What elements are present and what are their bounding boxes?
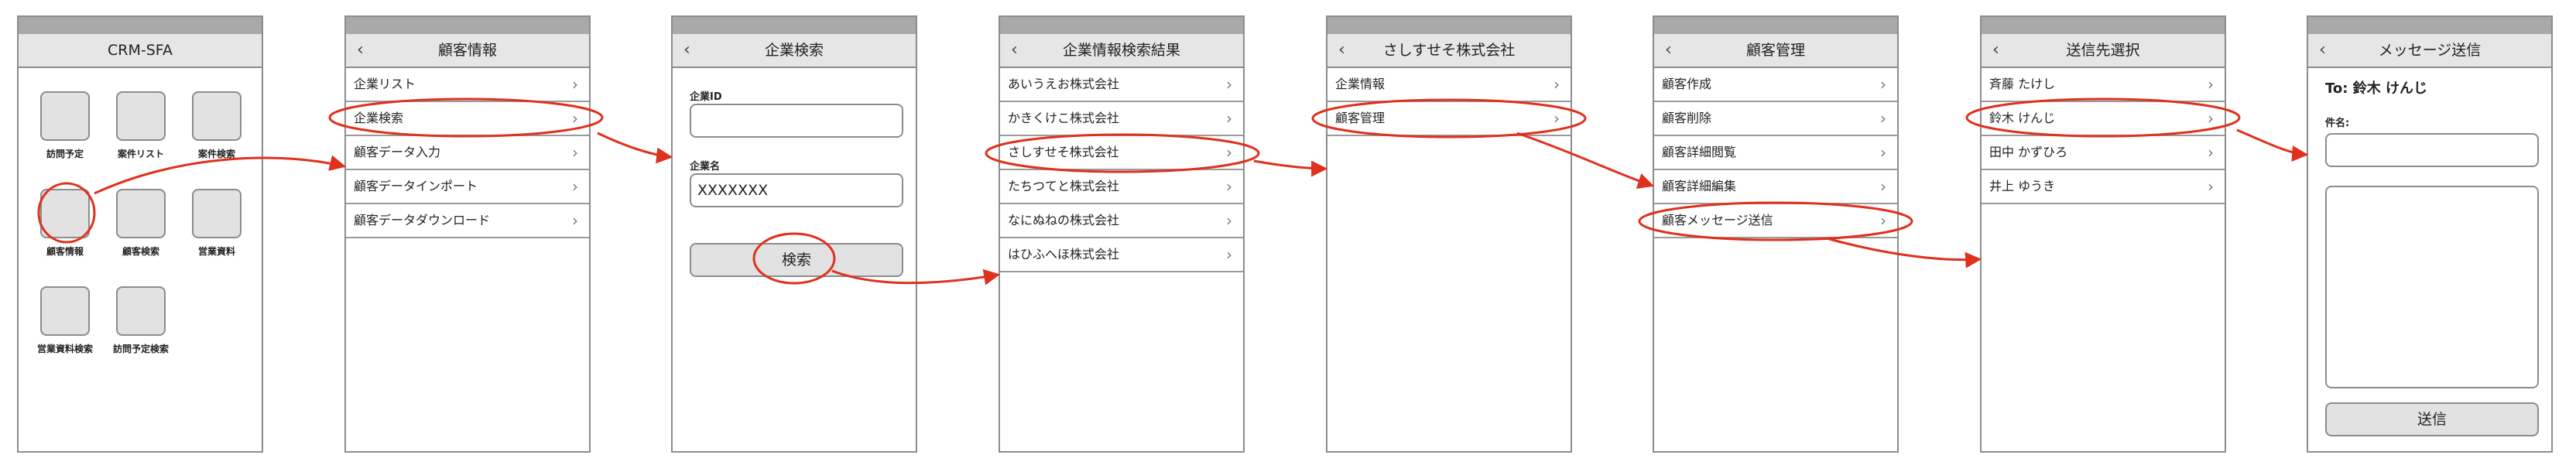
highlight-ellipse	[1311, 98, 1587, 139]
highlight-ellipse	[985, 133, 1260, 173]
flow-arrow	[2236, 128, 2309, 162]
highlight-ellipse	[1965, 97, 2241, 138]
flow-arrow	[597, 132, 673, 164]
annotation-overlay	[37, 97, 2309, 286]
flow-arrow	[1516, 132, 1654, 189]
highlight-ellipse	[1638, 201, 1913, 241]
highlight-circle	[37, 182, 96, 244]
flow-arrow	[1826, 237, 1982, 268]
flow-arrow	[1253, 159, 1328, 177]
highlight-ellipse	[328, 97, 604, 138]
flow-arrow	[831, 268, 1001, 286]
flow-arrow	[94, 155, 347, 195]
highlight-ellipse	[752, 232, 836, 285]
